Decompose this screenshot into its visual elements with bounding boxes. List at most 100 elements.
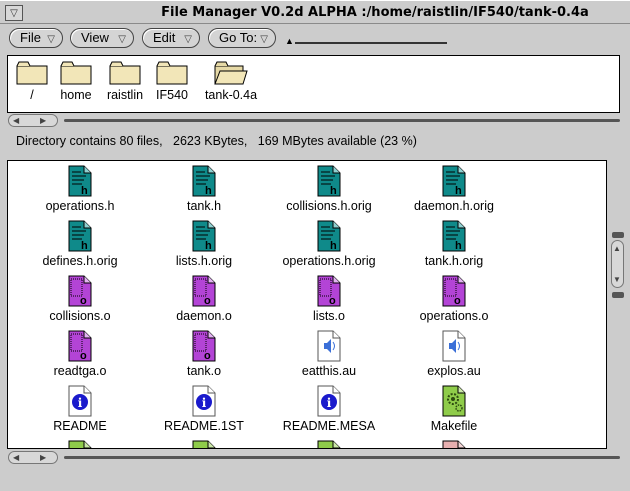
scroll-arrows[interactable]: ◀ ▶ bbox=[8, 451, 58, 464]
file-item[interactable]: eatthis.au bbox=[264, 330, 394, 378]
scroll-track[interactable] bbox=[64, 456, 620, 459]
object-file-icon: o bbox=[68, 275, 92, 307]
file-item[interactable]: h daemon.h.orig bbox=[389, 165, 519, 213]
header-file-icon: h bbox=[317, 220, 341, 252]
header-file-icon: h bbox=[442, 220, 466, 252]
file-item[interactable]: i README bbox=[15, 385, 145, 433]
file-item[interactable]: o lists.o bbox=[264, 275, 394, 323]
path-folder-raistlin[interactable]: raistlin bbox=[102, 60, 148, 102]
path-folder-home[interactable]: home bbox=[58, 60, 94, 102]
file-item[interactable]: i README.MESA bbox=[264, 385, 394, 433]
makefile-icon bbox=[68, 440, 92, 448]
scroll-bottom-cap[interactable] bbox=[612, 292, 624, 298]
object-file-icon: o bbox=[192, 275, 216, 307]
file-item[interactable]: h operations.h bbox=[15, 165, 145, 213]
menu-triangle-icon: ▽ bbox=[47, 34, 55, 45]
folder-label: IF540 bbox=[156, 88, 188, 102]
file-item[interactable]: h operations.h.orig bbox=[264, 220, 394, 268]
file-item[interactable] bbox=[389, 440, 519, 448]
files-horizontal-scrollbar[interactable]: ◀ ▶ bbox=[8, 451, 620, 465]
object-file-icon: o bbox=[68, 330, 92, 362]
file-item[interactable]: Makefile bbox=[389, 385, 519, 433]
file-item[interactable]: o operations.o bbox=[389, 275, 519, 323]
file-item[interactable]: i README.1ST bbox=[139, 385, 269, 433]
path-folder-tank[interactable]: tank-0.4a bbox=[200, 60, 262, 102]
path-folder-if540[interactable]: IF540 bbox=[154, 60, 190, 102]
file-name: eatthis.au bbox=[301, 364, 357, 378]
scroll-track[interactable] bbox=[64, 119, 620, 122]
goto-menu-button[interactable]: Go To: ▽ bbox=[208, 28, 276, 48]
file-name: operations.h bbox=[45, 199, 115, 213]
file-item[interactable] bbox=[139, 440, 269, 448]
files-vertical-scrollbar[interactable]: ▲ ▼ bbox=[611, 232, 625, 308]
scroll-arrows[interactable]: ◀ ▶ bbox=[8, 114, 58, 127]
file-item[interactable]: explos.au bbox=[389, 330, 519, 378]
folder-icon bbox=[60, 61, 92, 85]
svg-text:o: o bbox=[329, 295, 336, 307]
svg-text:h: h bbox=[205, 185, 212, 197]
svg-text:o: o bbox=[454, 295, 461, 307]
file-name: README.1ST bbox=[164, 419, 244, 433]
object-file-icon: o bbox=[192, 330, 216, 362]
scroll-left-icon[interactable]: ◀ bbox=[13, 115, 19, 126]
info-file-icon: i bbox=[317, 385, 341, 417]
edit-menu-button[interactable]: Edit ▽ bbox=[142, 28, 200, 48]
text-file-icon bbox=[442, 440, 466, 448]
view-menu-button[interactable]: View ▽ bbox=[70, 28, 134, 48]
makefile-icon bbox=[317, 440, 341, 448]
file-item[interactable]: h lists.h.orig bbox=[139, 220, 269, 268]
file-item[interactable]: o collisions.o bbox=[15, 275, 145, 323]
file-item[interactable]: o daemon.o bbox=[139, 275, 269, 323]
svg-text:h: h bbox=[455, 240, 462, 252]
info-file-icon: i bbox=[192, 385, 216, 417]
directory-status: Directory contains 80 files, 2623 KBytes… bbox=[16, 134, 417, 148]
file-item[interactable]: o tank.o bbox=[139, 330, 269, 378]
goto-path-field[interactable] bbox=[295, 42, 447, 44]
view-menu-label: View bbox=[81, 30, 109, 45]
file-item[interactable]: h tank.h bbox=[139, 165, 269, 213]
scroll-top-cap[interactable] bbox=[612, 232, 624, 238]
scroll-right-icon[interactable]: ▶ bbox=[40, 452, 46, 463]
info-file-icon: i bbox=[68, 385, 92, 417]
path-panel: / home raistlin IF540 tank-0.4a bbox=[7, 55, 620, 113]
menu-triangle-icon: ▽ bbox=[184, 34, 192, 45]
file-item[interactable]: o readtga.o bbox=[15, 330, 145, 378]
file-menu-button[interactable]: File ▽ bbox=[9, 28, 63, 48]
file-item[interactable]: h tank.h.orig bbox=[389, 220, 519, 268]
scroll-down-icon[interactable]: ▼ bbox=[613, 275, 621, 284]
file-item[interactable]: h collisions.h.orig bbox=[264, 165, 394, 213]
header-file-icon: h bbox=[317, 165, 341, 197]
file-item[interactable] bbox=[15, 440, 145, 448]
goto-menu-label: Go To: bbox=[219, 30, 258, 45]
folder-icon bbox=[109, 61, 141, 85]
edit-menu-label: Edit bbox=[153, 30, 176, 45]
folder-label: tank-0.4a bbox=[204, 88, 258, 102]
file-name: tank.o bbox=[186, 364, 222, 378]
object-file-icon: o bbox=[442, 275, 466, 307]
header-file-icon: h bbox=[192, 220, 216, 252]
scroll-thumb[interactable]: ▲ ▼ bbox=[611, 240, 624, 288]
file-name: collisions.o bbox=[49, 309, 111, 323]
path-folder-root[interactable]: / bbox=[16, 60, 48, 102]
svg-text:o: o bbox=[80, 295, 87, 307]
file-name: readtga.o bbox=[53, 364, 107, 378]
title-bar[interactable]: ▽ File Manager V0.2d ALPHA :/home/raistl… bbox=[0, 0, 630, 24]
path-horizontal-scrollbar[interactable]: ◀ ▶ bbox=[8, 114, 620, 128]
svg-text:h: h bbox=[81, 185, 88, 197]
folder-icon bbox=[16, 61, 48, 85]
svg-text:i: i bbox=[78, 396, 83, 410]
file-name: operations.h.orig bbox=[282, 254, 376, 268]
header-file-icon: h bbox=[442, 165, 466, 197]
file-item[interactable] bbox=[264, 440, 394, 448]
scroll-left-icon[interactable]: ◀ bbox=[13, 452, 19, 463]
file-name: collisions.h.orig bbox=[286, 199, 372, 213]
svg-text:h: h bbox=[455, 185, 462, 197]
scroll-right-icon[interactable]: ▶ bbox=[40, 115, 46, 126]
file-name: tank.h.orig bbox=[424, 254, 484, 268]
file-item[interactable]: h defines.h.orig bbox=[15, 220, 145, 268]
file-name: README bbox=[53, 419, 107, 433]
scroll-up-icon[interactable]: ▲ bbox=[613, 244, 621, 253]
svg-text:h: h bbox=[81, 240, 88, 252]
menu-triangle-icon: ▽ bbox=[260, 34, 268, 45]
svg-text:o: o bbox=[204, 350, 211, 362]
